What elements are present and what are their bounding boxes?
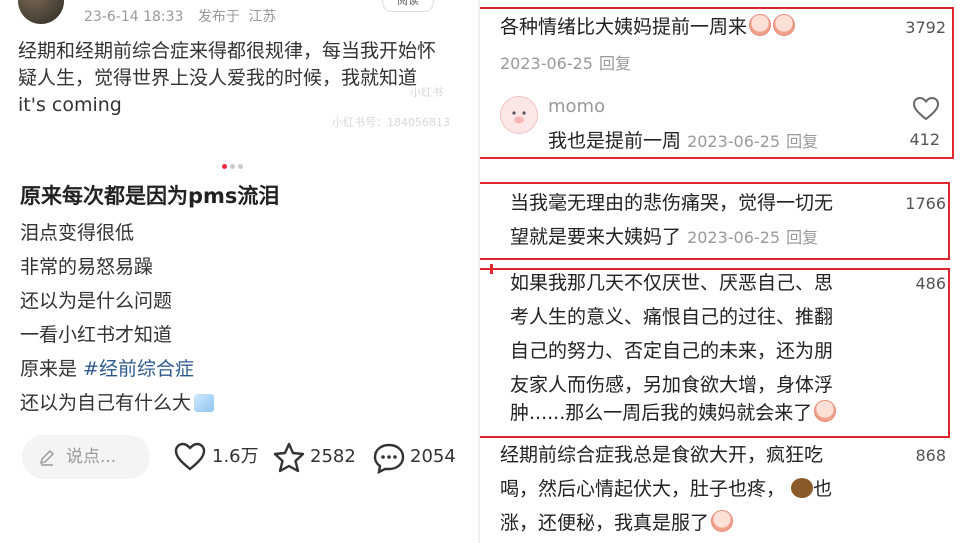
comment-content: 各种情绪比大姨妈提前一周来 <box>500 16 748 38</box>
comment-like-count: 1766 <box>905 194 946 213</box>
body-line: 非常的易怒易躁 <box>20 256 154 278</box>
reply-reply-link[interactable]: 回复 <box>786 132 818 151</box>
author-avatar[interactable] <box>18 0 64 24</box>
collect-button[interactable]: 2582 <box>272 442 358 473</box>
comment-line: 自己的努力、否定自己的未来，还为朋 <box>510 340 834 362</box>
last-line-text: 还以为自己有什么大 <box>20 392 192 414</box>
pig-face-icon <box>512 111 526 124</box>
comment-content: 也 <box>813 478 833 500</box>
marker-tick <box>490 264 493 274</box>
reply-like-count: 412 <box>909 130 940 149</box>
carousel-dot[interactable] <box>230 164 235 169</box>
post-panel: 23-6-14 18:33 发布于 江苏 阅读 经期和经期前综合症来得都很规律，… <box>0 0 478 543</box>
comment-date: 2023-06-25 <box>687 228 781 247</box>
comment-input[interactable]: 说点... <box>22 435 150 479</box>
post-text-line: 疑人生，觉得世界上没人爱我的时候，我就知道 <box>18 67 418 89</box>
carousel-dots[interactable] <box>222 154 246 173</box>
crying-face-emoji-icon <box>711 510 734 532</box>
comment-button[interactable]: 2054 <box>372 442 462 474</box>
reply-content: 我也是提前一周 <box>548 130 682 152</box>
comment-line-meta: 望就是要来大姨妈了 2023-06-25 回复 <box>510 222 818 253</box>
comment-content: 望就是要来大姨妈了 <box>510 226 682 248</box>
comment-placeholder: 说点... <box>66 447 117 467</box>
comment-line: 如果我那几天不仅厌世、厌恶自己、思 <box>510 272 834 294</box>
hashtag-prefix: 原来是 <box>20 358 84 380</box>
ice-cube-emoji-icon <box>194 394 215 412</box>
heart-icon[interactable] <box>912 96 940 122</box>
reply-avatar[interactable] <box>500 96 538 134</box>
pencil-icon <box>39 449 55 466</box>
body-line: 还以为是什么问题 <box>20 290 173 312</box>
bear-emoji-icon <box>791 478 814 498</box>
body-line-last: 还以为自己有什么大 <box>20 390 215 424</box>
watermark-id: 小红书号：184056813 <box>332 116 450 129</box>
reply-text: 我也是提前一周 2023-06-25 回复 <box>548 126 818 157</box>
comment-text: 各种情绪比大姨妈提前一周来 <box>500 12 796 42</box>
collect-count: 2582 <box>310 446 356 467</box>
comment-content: 涨，还便秘，我真是服了 <box>500 512 710 534</box>
bottom-action-bar: 说点... 1.6万 2582 2054 <box>0 432 478 484</box>
comment-meta: 2023-06-25 回复 <box>500 48 631 79</box>
comment-line: 友家人而伤感，另加食欲大增，身体浮 <box>510 374 834 396</box>
body-line: 一看小红书才知道 <box>20 324 173 346</box>
post-meta: 23-6-14 18:33 发布于 江苏 <box>84 6 286 26</box>
comment-line: 当我毫无理由的悲伤痛哭，觉得一切无 <box>510 192 834 214</box>
crying-face-emoji-icon <box>749 14 772 36</box>
heart-icon <box>174 442 206 471</box>
post-text-line: 经期和经期前综合症来得都很规律，每当我开始怀 <box>18 40 437 62</box>
comment-like-count: 486 <box>915 274 946 293</box>
post-body: 泪点变得很低 非常的易怒易躁 还以为是什么问题 一看小红书才知道 原来是 #经前… <box>20 220 215 424</box>
post-text: 经期和经期前综合症来得都很规律，每当我开始怀 疑人生，觉得世界上没人爱我的时候，… <box>18 38 468 119</box>
comments-panel: 各种情绪比大姨妈提前一周来 3792 2023-06-25 回复 momo 我也… <box>480 0 960 543</box>
reply-link[interactable]: 回复 <box>786 228 818 247</box>
read-button[interactable]: 阅读 <box>382 0 434 12</box>
star-icon <box>273 442 305 473</box>
comment-line-last: 涨，还便秘，我真是服了 <box>500 508 734 538</box>
post-location: 江苏 <box>248 9 277 25</box>
comment-like-count: 3792 <box>905 18 946 37</box>
crying-face-emoji-icon <box>773 14 796 36</box>
carousel-dot[interactable] <box>238 164 243 169</box>
watermark-badge: 小红书 <box>410 86 443 99</box>
body-line: 泪点变得很低 <box>20 222 135 244</box>
reply-username[interactable]: momo <box>548 96 605 117</box>
comment-line-last: 肿......那么一周后我的姨妈就会来了 <box>510 398 837 428</box>
like-button[interactable]: 1.6万 <box>174 442 260 472</box>
comment-line: 经期前综合症我总是食欲大开，疯狂吃 <box>500 444 824 466</box>
comment-date: 2023-06-25 <box>500 54 593 73</box>
body-line-hashtag: 原来是 #经前综合症 <box>20 356 214 390</box>
comment-content: 肿......那么一周后我的姨妈就会来了 <box>510 402 813 424</box>
like-count: 1.6万 <box>212 446 259 467</box>
reply-link[interactable]: 回复 <box>599 54 631 73</box>
comment-line: 考人生的意义、痛恨自己的过往、推翻 <box>510 306 834 328</box>
comment-bubble-icon <box>373 443 405 474</box>
comment-content: 喝，然后心情起伏大，肚子也疼， <box>500 478 786 500</box>
hashtag-link[interactable]: #经前综合症 <box>83 358 194 380</box>
comment-line-with-emoji: 喝，然后心情起伏大，肚子也疼， 也 <box>500 474 832 504</box>
comment-count: 2054 <box>410 446 456 467</box>
location-prefix: 发布于 <box>197 9 240 25</box>
comment-like-count: 868 <box>915 446 946 465</box>
post-title: 原来每次都是因为pms流泪 <box>20 184 280 208</box>
post-date: 23-6-14 18:33 <box>84 9 184 25</box>
crying-face-emoji-icon <box>814 400 837 422</box>
carousel-dot-active[interactable] <box>222 164 227 169</box>
reply-date: 2023-06-25 <box>687 132 781 151</box>
